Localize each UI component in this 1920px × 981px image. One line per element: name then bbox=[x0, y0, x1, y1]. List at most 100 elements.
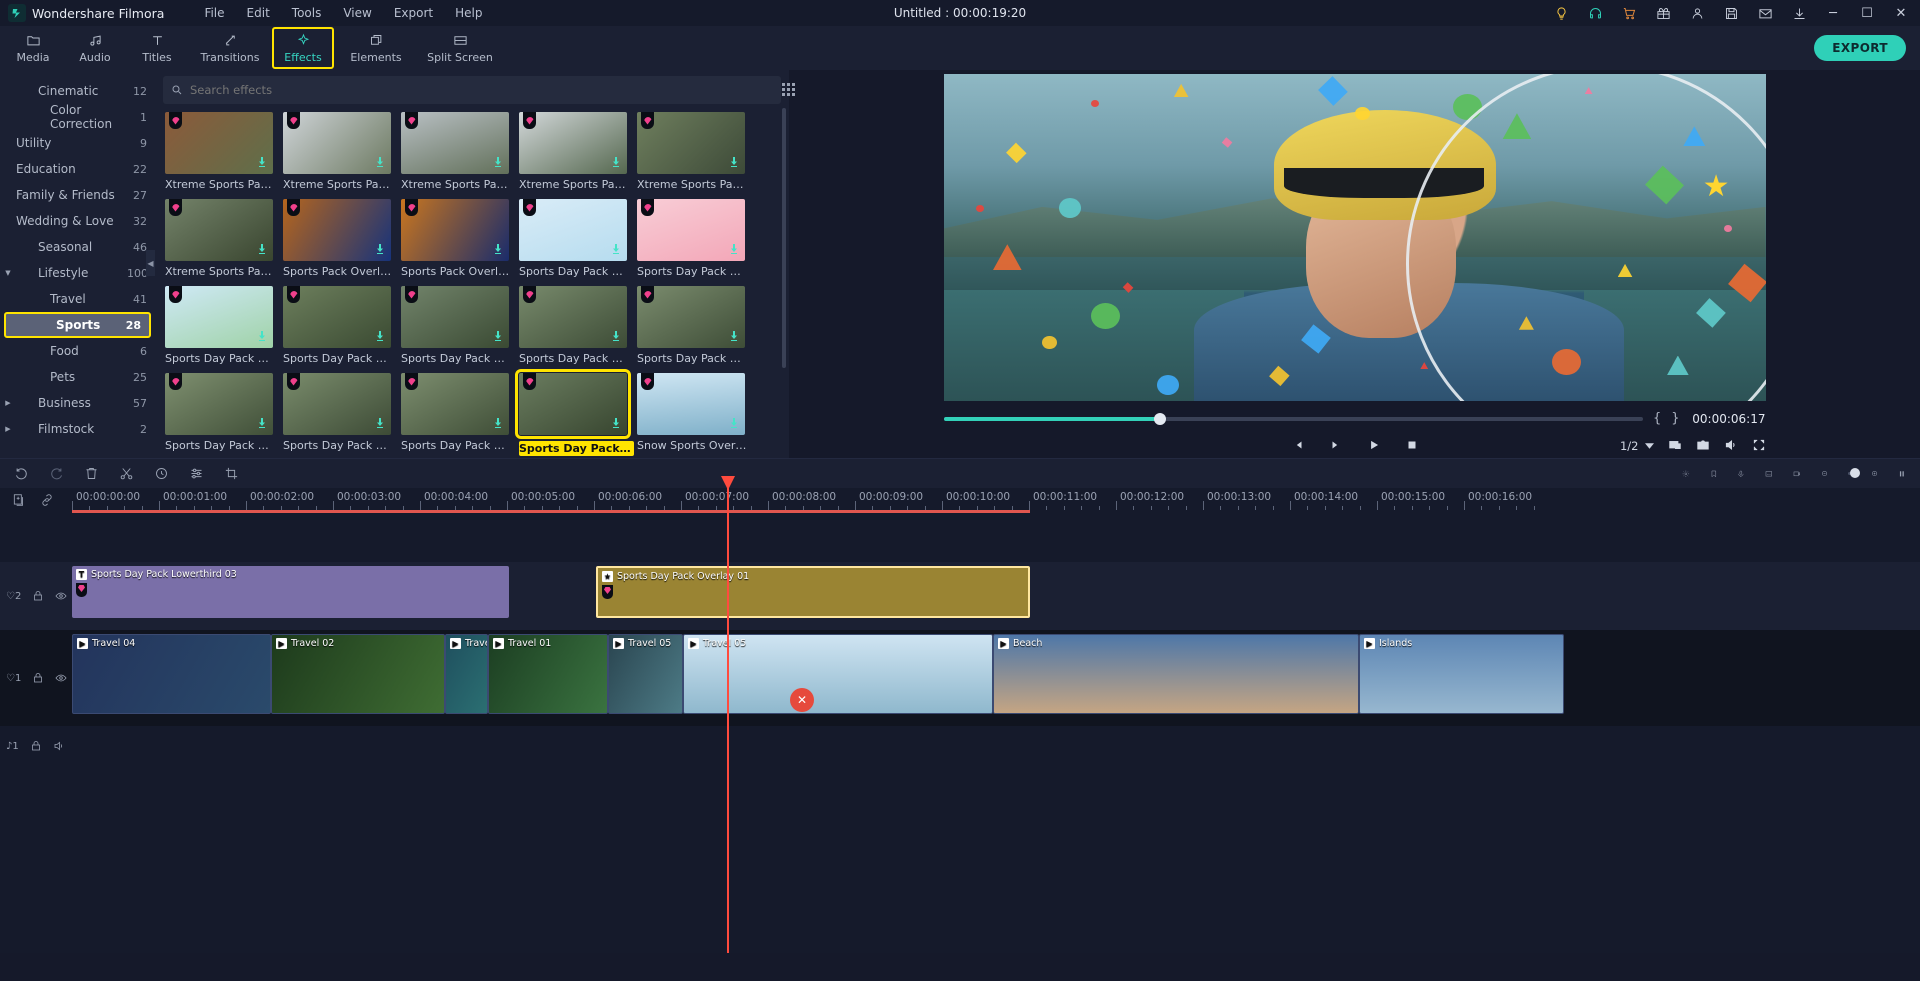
close-button[interactable]: ✕ bbox=[1884, 0, 1918, 26]
effect-thumbnail[interactable] bbox=[519, 112, 627, 174]
download-icon[interactable] bbox=[610, 243, 622, 257]
download-icon[interactable] bbox=[728, 243, 740, 257]
lock-icon[interactable] bbox=[30, 740, 42, 752]
effect-thumbnail[interactable] bbox=[637, 286, 745, 348]
export-button[interactable]: EXPORT bbox=[1814, 35, 1906, 61]
track-body-a1[interactable] bbox=[72, 726, 1920, 766]
account-icon[interactable] bbox=[1680, 0, 1714, 26]
seek-knob[interactable] bbox=[1154, 412, 1167, 425]
effect-thumbnail[interactable] bbox=[165, 373, 273, 435]
timeline-clip[interactable]: ▶ Trave bbox=[445, 634, 488, 714]
effect-thumbnail[interactable] bbox=[165, 199, 273, 261]
tab-titles[interactable]: Titles bbox=[126, 27, 188, 69]
download-icon[interactable] bbox=[492, 156, 504, 170]
download-icon[interactable] bbox=[492, 417, 504, 431]
download-icon[interactable] bbox=[728, 330, 740, 344]
speed-icon[interactable] bbox=[154, 466, 169, 481]
category-item-pets[interactable]: Pets 25 bbox=[0, 364, 155, 390]
link-icon[interactable] bbox=[40, 493, 54, 507]
effect-card[interactable]: Xtreme Sports Pack ... bbox=[519, 112, 637, 191]
maximize-button[interactable]: ☐ bbox=[1850, 0, 1884, 26]
download-icon[interactable] bbox=[374, 156, 386, 170]
track-row-video-1[interactable]: ♡1 ▶Travel 04▶Travel 02▶Trave▶Travel 01▶… bbox=[0, 630, 1920, 726]
download-icon[interactable] bbox=[1782, 0, 1816, 26]
save-icon[interactable] bbox=[1714, 0, 1748, 26]
effect-thumbnail[interactable] bbox=[519, 286, 627, 348]
effect-thumbnail[interactable] bbox=[401, 373, 509, 435]
category-item-wedding-love[interactable]: Wedding & Love 32 bbox=[0, 208, 155, 234]
menu-tools[interactable]: Tools bbox=[292, 6, 322, 20]
settings-icon[interactable] bbox=[1682, 470, 1690, 478]
snapshot-icon[interactable] bbox=[1696, 438, 1710, 455]
bulb-icon[interactable] bbox=[1544, 0, 1578, 26]
effect-thumbnail[interactable] bbox=[637, 199, 745, 261]
menu-view[interactable]: View bbox=[343, 6, 371, 20]
fit-timeline-icon[interactable] bbox=[1898, 470, 1906, 478]
search-bar[interactable] bbox=[163, 76, 795, 104]
category-item-business[interactable]: ▶ Business 57 bbox=[0, 390, 155, 416]
timeline-clip[interactable]: ▶ Travel 04 bbox=[72, 634, 271, 714]
track-row-audio-1[interactable]: ♪1 bbox=[0, 726, 1920, 766]
mail-icon[interactable] bbox=[1748, 0, 1782, 26]
subtitle-icon[interactable] bbox=[1765, 470, 1773, 478]
next-frame-button[interactable] bbox=[1329, 438, 1343, 455]
undo-icon[interactable] bbox=[14, 466, 29, 481]
effect-card[interactable]: Sports Day Pack Ove... bbox=[283, 373, 401, 456]
menu-file[interactable]: File bbox=[204, 6, 224, 20]
download-icon[interactable] bbox=[374, 243, 386, 257]
chevron-right-icon[interactable]: ▶ bbox=[0, 399, 16, 407]
effect-thumbnail[interactable] bbox=[401, 199, 509, 261]
category-item-seasonal[interactable]: Seasonal 46 bbox=[0, 234, 155, 260]
timeline-clip[interactable]: ▶ Travel 01 bbox=[488, 634, 608, 714]
pop-out-icon[interactable] bbox=[1668, 438, 1682, 455]
timeline[interactable]: 00:00:00:00 00:00:01:00 00:00:02:00 00:00:0… bbox=[0, 476, 1920, 953]
download-icon[interactable] bbox=[374, 330, 386, 344]
tab-effects[interactable]: Effects bbox=[272, 27, 334, 69]
effect-thumbnail[interactable] bbox=[637, 112, 745, 174]
speaker-icon[interactable] bbox=[53, 740, 65, 752]
add-track-icon[interactable] bbox=[12, 493, 26, 507]
tab-elements[interactable]: Elements bbox=[334, 27, 418, 69]
download-icon[interactable] bbox=[610, 417, 622, 431]
effect-card[interactable]: Sports Day Pack Ove... bbox=[401, 286, 519, 365]
eye-icon[interactable] bbox=[55, 672, 67, 684]
redo-icon[interactable] bbox=[49, 466, 64, 481]
timeline-clip[interactable]: ★ Sports Day Pack Overlay 01 bbox=[596, 566, 1030, 618]
category-item-utility[interactable]: Utility 9 bbox=[0, 130, 155, 156]
menu-edit[interactable]: Edit bbox=[247, 6, 270, 20]
effect-card[interactable]: Sports Day Pack Ove... bbox=[165, 286, 283, 365]
gift-icon[interactable] bbox=[1646, 0, 1680, 26]
record-icon[interactable] bbox=[1793, 470, 1801, 478]
color-adjust-icon[interactable] bbox=[189, 466, 204, 481]
seek-slider[interactable] bbox=[943, 412, 1643, 425]
stop-button[interactable] bbox=[1405, 438, 1419, 455]
mark-out-icon[interactable]: } bbox=[1671, 411, 1679, 426]
effect-card[interactable]: Sports Day Pack Ove... bbox=[401, 373, 519, 456]
effect-card[interactable]: Sports Day Pack Ove... bbox=[515, 369, 637, 456]
effect-card[interactable]: Sports Day Pack Ove... bbox=[165, 373, 283, 456]
panel-collapse-handle[interactable]: ◀ bbox=[146, 250, 155, 276]
effect-thumbnail[interactable] bbox=[283, 373, 391, 435]
download-icon[interactable] bbox=[256, 243, 268, 257]
effect-card[interactable]: Sports Day Pack Ove... bbox=[637, 286, 755, 365]
download-icon[interactable] bbox=[610, 330, 622, 344]
crop-icon[interactable] bbox=[224, 466, 239, 481]
download-icon[interactable] bbox=[374, 417, 386, 431]
prev-frame-button[interactable] bbox=[1291, 438, 1305, 455]
effect-thumbnail[interactable] bbox=[637, 373, 745, 435]
category-item-food[interactable]: Food 6 bbox=[0, 338, 155, 364]
lock-icon[interactable] bbox=[32, 672, 44, 684]
effect-thumbnail[interactable] bbox=[283, 199, 391, 261]
download-icon[interactable] bbox=[492, 243, 504, 257]
effect-card[interactable]: Xtreme Sports Pack ... bbox=[165, 112, 283, 191]
effect-card[interactable]: Xtreme Sports Pack ... bbox=[637, 112, 755, 191]
zoom-out-icon[interactable] bbox=[1821, 470, 1829, 478]
chevron-right-icon[interactable]: ▶ bbox=[0, 425, 16, 433]
category-item-filmstock[interactable]: ▶ Filmstock 2 bbox=[0, 416, 155, 442]
timeline-clip[interactable]: T Sports Day Pack Lowerthird 03 bbox=[72, 566, 509, 618]
chevron-down-icon[interactable]: ▼ bbox=[0, 269, 16, 277]
effect-card[interactable]: Xtreme Sports Pack ... bbox=[165, 199, 283, 278]
play-button[interactable] bbox=[1367, 438, 1381, 455]
playhead[interactable] bbox=[721, 476, 735, 953]
delete-icon[interactable] bbox=[84, 466, 99, 481]
